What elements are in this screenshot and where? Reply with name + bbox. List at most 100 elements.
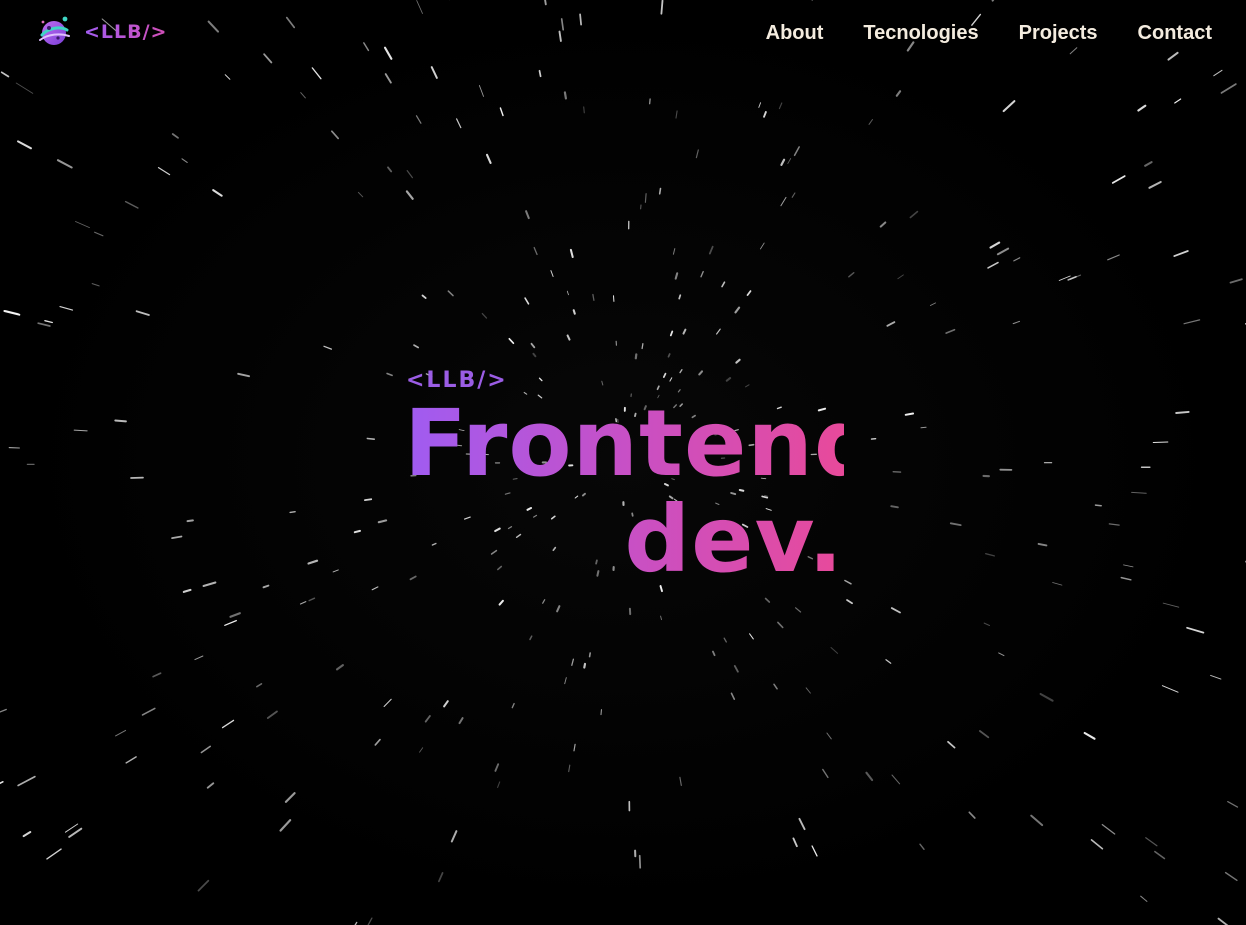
star-streak — [157, 166, 171, 176]
star-streak — [419, 747, 424, 753]
star-streak — [734, 306, 741, 314]
star-streak — [1069, 274, 1082, 280]
star-streak — [777, 621, 784, 629]
star-streak — [1052, 582, 1063, 586]
star-streak — [1148, 180, 1162, 189]
star-streak — [367, 917, 373, 925]
star-streak — [904, 412, 915, 416]
star-streak — [415, 115, 422, 124]
star-streak — [262, 584, 270, 589]
star-streak — [200, 745, 211, 754]
star-streak — [780, 158, 786, 166]
star-streak — [723, 637, 727, 643]
star-streak — [114, 419, 127, 423]
star-streak — [64, 823, 79, 833]
star-streak — [679, 776, 682, 786]
nav-projects-link[interactable]: Projects — [1019, 22, 1098, 45]
star-streak — [695, 149, 699, 159]
star-streak — [886, 321, 896, 327]
star-streak — [968, 811, 976, 819]
star-streak — [212, 189, 223, 197]
star-streak — [588, 652, 591, 658]
star-streak — [91, 283, 100, 287]
star-streak — [998, 652, 1005, 657]
star-streak — [1037, 542, 1048, 547]
star-streak — [846, 599, 853, 605]
star-streak — [1229, 278, 1243, 284]
star-streak — [186, 519, 194, 523]
star-streak — [1002, 100, 1016, 113]
star-streak — [46, 848, 62, 860]
star-streak — [386, 372, 393, 377]
star-streak — [529, 635, 533, 641]
star-streak — [634, 353, 638, 360]
star-streak — [94, 231, 104, 237]
star-streak — [17, 775, 36, 787]
star-streak — [1161, 685, 1179, 693]
star-streak — [700, 270, 704, 278]
star-streak — [59, 306, 74, 311]
star-streak — [1107, 254, 1120, 261]
star-streak — [746, 290, 752, 296]
star-streak — [300, 92, 306, 99]
star-streak — [1120, 576, 1132, 581]
star-streak — [307, 559, 319, 565]
star-streak — [674, 272, 679, 280]
star-streak — [330, 130, 340, 140]
star-streak — [413, 344, 420, 349]
star-streak — [735, 358, 741, 364]
star-streak — [978, 730, 990, 739]
star-streak — [791, 192, 796, 198]
star-streak — [945, 328, 956, 334]
star-streak — [499, 107, 504, 117]
star-streak — [987, 261, 999, 269]
star-streak — [764, 597, 771, 603]
star-streak — [885, 659, 892, 664]
hero-title-line-1: Frontend — [404, 390, 881, 497]
star-streak — [374, 738, 381, 746]
star-streak — [1108, 523, 1120, 526]
star-streak — [353, 529, 362, 534]
star-streak — [1183, 319, 1201, 325]
star-streak — [1210, 674, 1222, 680]
star-streak — [985, 553, 995, 557]
star-streak — [194, 655, 204, 661]
star-streak — [37, 322, 51, 327]
nav-contact-link[interactable]: Contact — [1138, 22, 1212, 45]
star-streak — [773, 683, 778, 690]
star-streak — [1094, 504, 1102, 507]
star-streak — [760, 242, 765, 250]
star-streak — [3, 310, 21, 316]
star-streak — [638, 854, 642, 869]
star-streak — [721, 281, 726, 288]
star-streak — [667, 353, 671, 358]
star-streak — [371, 586, 379, 591]
star-streak — [16, 140, 33, 150]
star-streak — [279, 819, 292, 832]
star-streak — [798, 817, 806, 831]
star-streak — [672, 248, 676, 255]
star-streak — [141, 707, 156, 716]
star-streak — [124, 200, 139, 209]
star-streak — [1186, 626, 1205, 634]
star-streak — [256, 683, 263, 688]
star-streak — [1220, 83, 1237, 94]
star-streak — [805, 687, 811, 694]
star-streak — [890, 607, 901, 614]
star-streak — [421, 294, 427, 299]
star-streak — [566, 334, 571, 341]
hero-title: Frontend dev. — [404, 396, 844, 588]
star-streak — [332, 569, 339, 573]
nav-technologies-link[interactable]: Tecnologies — [863, 22, 978, 45]
star-streak — [811, 845, 818, 857]
star-streak — [511, 702, 515, 709]
star-streak — [1213, 69, 1223, 77]
star-streak — [682, 328, 687, 335]
star-streak — [989, 241, 1001, 249]
nav-about-link[interactable]: About — [766, 22, 824, 45]
brand-home-link[interactable]: <LLB/> — [36, 14, 167, 50]
star-streak — [879, 221, 887, 228]
star-streak — [566, 290, 569, 296]
star-streak — [564, 677, 567, 685]
star-streak — [712, 650, 716, 657]
